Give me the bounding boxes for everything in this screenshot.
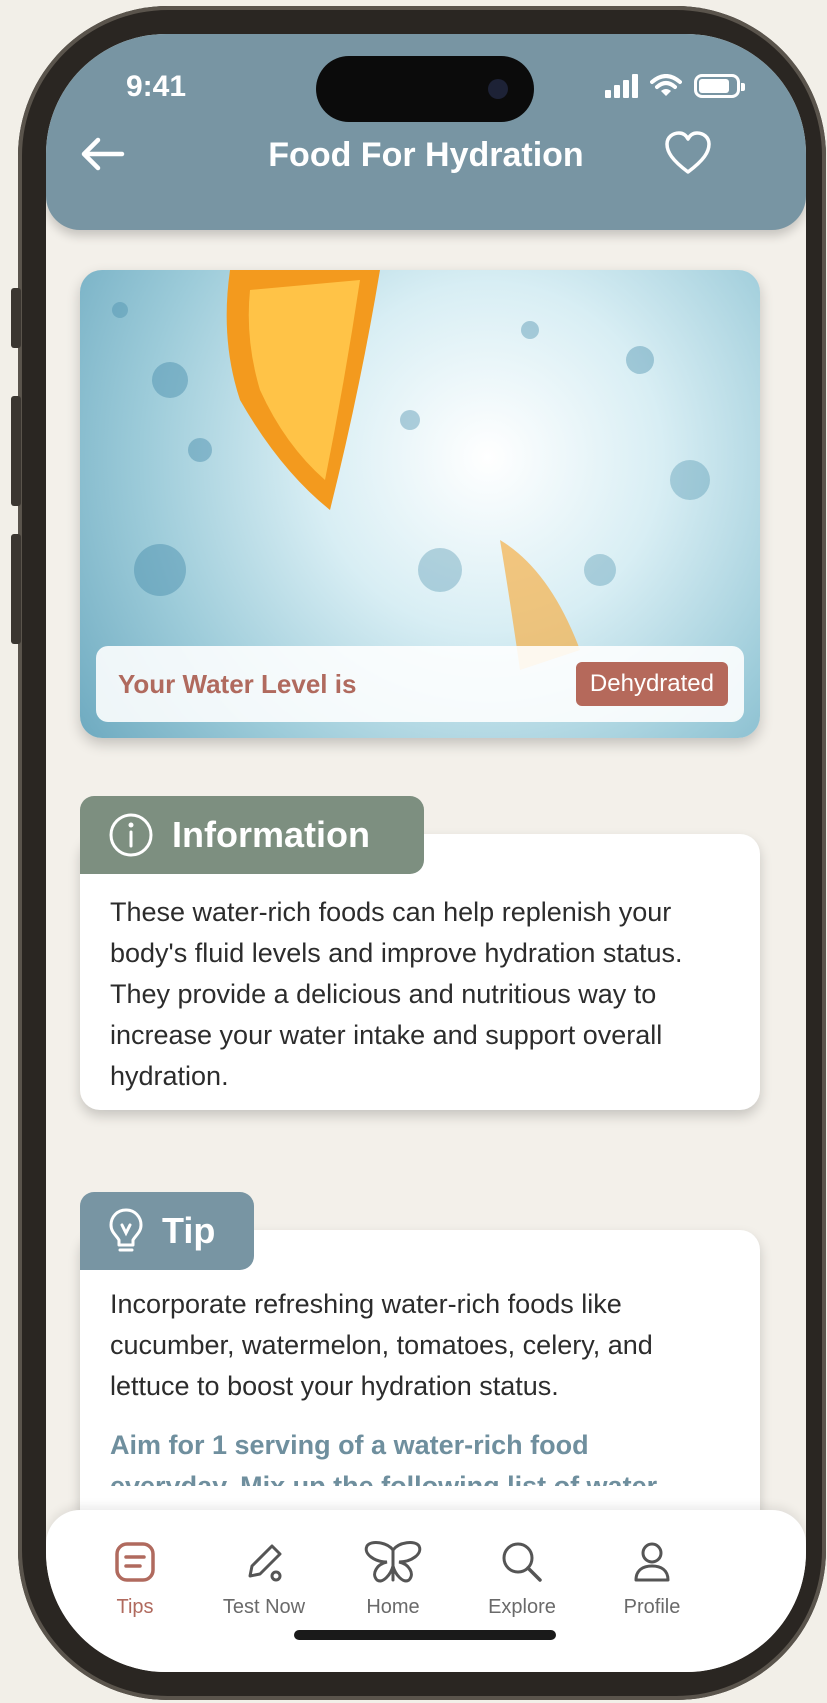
status-icons (605, 74, 745, 98)
app-header: 9:41 Food For Hydration (46, 34, 806, 230)
information-title: Information (172, 814, 370, 855)
nav-label-profile: Profile (623, 1596, 681, 1618)
tip-card: Incorporate refreshing water-rich foods … (80, 1230, 760, 1530)
back-button[interactable] (78, 132, 128, 176)
battery-icon (694, 74, 745, 98)
home-indicator[interactable] (294, 1630, 556, 1640)
information-tab: Information (80, 796, 424, 874)
wifi-icon (650, 74, 682, 96)
status-badge: Dehydrated (575, 662, 728, 706)
signal-icon (605, 74, 638, 98)
search-icon (502, 1542, 542, 1582)
favorite-button[interactable] (664, 130, 712, 176)
water-level-label: Your Water Level is (118, 668, 357, 699)
screen: 9:41 Food For Hydration Your Water Level… (46, 34, 806, 1672)
hero-image: Your Water Level is Dehydrated (80, 270, 760, 738)
status-time: 9:41 (126, 70, 187, 103)
water-level-bar: Your Water Level is Dehydrated (96, 646, 744, 722)
nav-label-test-now: Test Now (222, 1596, 306, 1618)
side-button-volume-down (11, 534, 21, 644)
bottom-nav: Tips Test Now Home Explore Profile (46, 1510, 806, 1672)
butterfly-icon (364, 1541, 422, 1583)
lightbulb-icon (109, 1208, 143, 1252)
heart-icon (665, 131, 711, 174)
pen-icon (248, 1544, 282, 1582)
side-button-volume-up (11, 396, 21, 506)
nav-label-tips: Tips (116, 1596, 154, 1618)
camera-icon (488, 79, 508, 99)
dynamic-island (316, 56, 534, 122)
side-button-silent (11, 288, 21, 348)
tip-title: Tip (162, 1210, 216, 1251)
nav-label-explore: Explore (488, 1596, 556, 1618)
information-text: These water-rich foods can help replenis… (110, 897, 683, 1091)
nav-item-tips[interactable]: Tips (75, 1536, 195, 1619)
tip-tab: Tip (80, 1192, 254, 1270)
info-icon (109, 813, 153, 857)
profile-icon (634, 1542, 670, 1582)
page-title: Food For Hydration (268, 136, 584, 174)
nav-item-home[interactable]: Home (333, 1536, 453, 1619)
tip-aim-text: Aim for 1 serving of a water-rich food (110, 1430, 589, 1460)
arrow-left-icon (81, 137, 125, 171)
information-card: These water-rich foods can help replenis… (80, 834, 760, 1110)
nav-item-explore[interactable]: Explore (462, 1536, 582, 1619)
tips-icon (115, 1542, 155, 1582)
tip-aim-continued: everyday. Mix up the following list of w… (110, 1471, 658, 1486)
nav-item-profile[interactable]: Profile (592, 1536, 712, 1619)
nav-label-home: Home (366, 1596, 420, 1618)
nav-item-test-now[interactable]: Test Now (204, 1536, 324, 1619)
